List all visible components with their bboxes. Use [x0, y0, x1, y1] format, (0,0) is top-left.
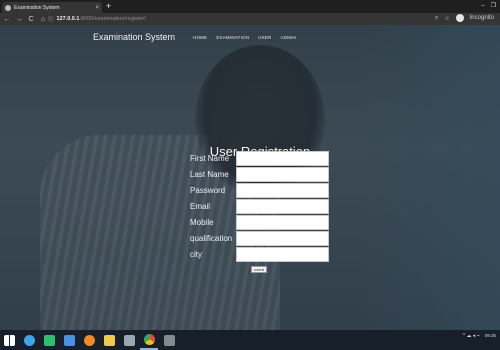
- home-button[interactable]: ⌂: [38, 16, 48, 23]
- terminal-icon: [163, 334, 175, 346]
- password-label: Password: [190, 185, 226, 195]
- system-tray: ^ ☁ ◂ ⌁ 09:35: [463, 333, 496, 339]
- browser-toolbar: ← → C ⌂ ⓘ 127.0.0.1 :8000/examination/re…: [0, 13, 500, 25]
- tray-icons[interactable]: ^ ☁ ◂ ⌁: [463, 333, 480, 339]
- last-name-label: Last Name: [190, 169, 229, 179]
- site-info-icon[interactable]: ⓘ: [48, 15, 54, 23]
- clock-time: 09:35: [484, 333, 496, 338]
- clock[interactable]: 09:35: [485, 333, 496, 339]
- store-icon: [43, 334, 55, 346]
- window-controls: – ❐: [481, 0, 496, 12]
- app-icon: [123, 334, 135, 346]
- city-input[interactable]: [236, 246, 329, 262]
- taskbar-store[interactable]: [40, 330, 58, 350]
- zoom-icon[interactable]: ⌕: [435, 15, 438, 22]
- tab-close-icon[interactable]: ×: [95, 5, 99, 11]
- taskbar-app[interactable]: [120, 330, 138, 350]
- email-label: Email: [190, 201, 211, 211]
- qualification-label: qualification: [190, 233, 233, 243]
- taskbar-edge[interactable]: [20, 330, 38, 350]
- city-row: city: [190, 246, 329, 262]
- mobile-input[interactable]: [236, 214, 329, 230]
- windows-icon: [3, 334, 15, 346]
- browser-tab-strip: Examination System × + – ❐: [0, 0, 500, 13]
- first-name-label: First Name: [190, 153, 230, 163]
- taskbar-chrome[interactable]: [140, 330, 158, 350]
- nav-home[interactable]: HOME: [193, 35, 207, 40]
- submit-button[interactable]: submit: [251, 266, 267, 273]
- qualification-input[interactable]: [236, 230, 329, 246]
- address-bar[interactable]: ⓘ 127.0.0.1 :8000/examination/register/: [48, 14, 448, 24]
- tab-title: Examination System: [14, 4, 60, 11]
- first-name-row: First Name: [190, 150, 329, 166]
- taskbar-firefox[interactable]: [80, 330, 98, 350]
- back-button[interactable]: ←: [2, 16, 12, 23]
- qualification-row: qualification: [190, 230, 329, 246]
- reload-button[interactable]: C: [26, 16, 36, 23]
- incognito-avatar-icon[interactable]: [455, 14, 464, 22]
- registration-form: First Name Last Name Password Email Mobi…: [190, 150, 329, 262]
- last-name-input[interactable]: [236, 166, 329, 182]
- mail-icon: [63, 334, 75, 346]
- file-explorer-icon: [103, 334, 115, 346]
- nav-user[interactable]: USER: [258, 35, 271, 40]
- password-input[interactable]: [236, 182, 329, 198]
- first-name-input[interactable]: [236, 150, 329, 166]
- city-label: city: [190, 249, 202, 259]
- taskbar-mail[interactable]: [60, 330, 78, 350]
- windows-start-button[interactable]: [0, 330, 18, 350]
- nav-examination[interactable]: EXAMINATION: [216, 35, 249, 40]
- password-row: Password: [190, 182, 329, 198]
- profile-label[interactable]: Incognito: [470, 15, 494, 21]
- toolbar-right: ⌕ ☆ Incognito: [435, 14, 494, 22]
- url-host: 127.0.0.1: [56, 16, 80, 22]
- taskbar-terminal[interactable]: [160, 330, 178, 350]
- favicon-icon: [5, 4, 11, 11]
- chrome-icon: [143, 333, 155, 345]
- firefox-icon: [83, 334, 95, 346]
- email-input[interactable]: [236, 198, 329, 214]
- bookmark-star-icon[interactable]: ☆: [444, 15, 449, 22]
- mobile-row: Mobile: [190, 214, 329, 230]
- taskbar-file-explorer[interactable]: [100, 330, 118, 350]
- forward-button[interactable]: →: [14, 16, 24, 23]
- edge-icon: [23, 334, 35, 346]
- site-nav: HOME EXAMINATION USER ADMIN: [193, 35, 296, 40]
- restore-button[interactable]: ❐: [491, 0, 496, 12]
- mobile-label: Mobile: [190, 217, 214, 227]
- new-tab-button[interactable]: +: [106, 1, 111, 12]
- url-path: :8000/examination/register/: [79, 16, 146, 22]
- browser-tab[interactable]: Examination System ×: [2, 2, 102, 13]
- site-brand[interactable]: Examination System: [93, 32, 175, 42]
- taskbar: ^ ☁ ◂ ⌁ 09:35: [0, 330, 500, 350]
- last-name-row: Last Name: [190, 166, 329, 182]
- nav-admin[interactable]: ADMIN: [281, 35, 297, 40]
- minimize-button[interactable]: –: [481, 0, 484, 12]
- email-row: Email: [190, 198, 329, 214]
